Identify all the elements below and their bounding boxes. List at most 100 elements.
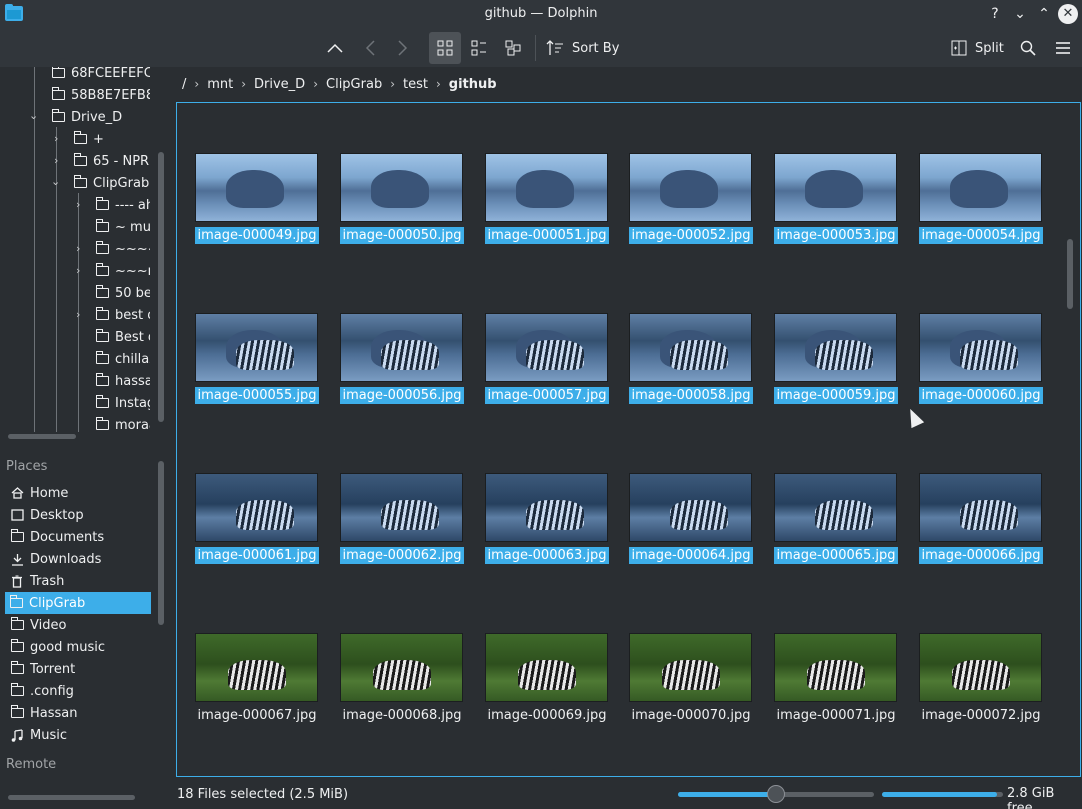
- tree-item[interactable]: 68FCEEFEFCE: [52, 67, 161, 84]
- menu-button[interactable]: [1051, 32, 1075, 64]
- tree-item[interactable]: chillax: [96, 348, 157, 370]
- file-item[interactable]: image-000070.jpg: [611, 633, 756, 743]
- forward-button[interactable]: [392, 32, 414, 64]
- breadcrumb: / › mnt › Drive_D › ClipGrab › test › gi…: [176, 72, 503, 96]
- file-name: image-000071.jpg: [756, 708, 916, 723]
- icons-view-button[interactable]: [429, 32, 461, 64]
- file-item[interactable]: image-000049.jpg: [177, 153, 322, 263]
- place-home[interactable]: Home: [6, 482, 151, 504]
- documents-icon: [10, 529, 24, 544]
- tree-vertical-scrollbar[interactable]: [158, 152, 164, 422]
- tree-item[interactable]: 58B8E7EFB8E: [52, 84, 162, 106]
- file-view[interactable]: image-000049.jpg image-000050.jpg image-00…: [176, 102, 1081, 777]
- chevron-right-icon[interactable]: ›: [76, 308, 80, 321]
- tree-horizontal-scrollbar[interactable]: [8, 434, 76, 439]
- file-item[interactable]: image-000067.jpg: [177, 633, 322, 743]
- file-item[interactable]: image-000064.jpg: [611, 473, 756, 583]
- tree-item[interactable]: Best o: [96, 326, 156, 348]
- chevron-right-icon[interactable]: ›: [54, 132, 58, 145]
- compact-view-button[interactable]: [500, 32, 526, 64]
- breadcrumb-item[interactable]: test: [397, 77, 434, 92]
- file-item[interactable]: image-000053.jpg: [756, 153, 901, 263]
- file-name-label: image-000057.jpg: [485, 387, 609, 404]
- hamburger-menu-icon: [1056, 42, 1070, 54]
- file-item[interactable]: image-000068.jpg: [322, 633, 467, 743]
- minimize-button[interactable]: ⌄: [1010, 4, 1030, 24]
- split-button[interactable]: Split: [951, 32, 1007, 64]
- view-vertical-scrollbar[interactable]: [1067, 239, 1073, 309]
- chevron-down-icon[interactable]: ⌄: [51, 175, 60, 188]
- tree-item[interactable]: 65 - NPR: [74, 150, 149, 172]
- folder-icon: [74, 131, 87, 144]
- tree-item[interactable]: best o: [96, 304, 155, 326]
- file-name-label: image-000065.jpg: [774, 547, 898, 564]
- free-space-label: 2.8 GiB free: [1007, 786, 1055, 809]
- place-config[interactable]: .config: [6, 680, 151, 702]
- maximize-button[interactable]: ⌃: [1034, 4, 1054, 24]
- back-button[interactable]: [359, 32, 381, 64]
- chevron-right-icon: ›: [241, 77, 247, 91]
- folder-icon: [96, 417, 109, 430]
- breadcrumb-item[interactable]: mnt: [201, 77, 239, 92]
- file-item[interactable]: image-000060.jpg: [901, 313, 1046, 423]
- tree-item[interactable]: +: [74, 128, 104, 150]
- file-item[interactable]: image-000065.jpg: [756, 473, 901, 583]
- file-item[interactable]: image-000062.jpg: [322, 473, 467, 583]
- chevron-right-icon[interactable]: ›: [76, 198, 80, 211]
- place-good-music[interactable]: good music: [6, 636, 151, 658]
- file-item[interactable]: image-000056.jpg: [322, 313, 467, 423]
- file-item[interactable]: image-000057.jpg: [467, 313, 612, 423]
- help-button[interactable]: ?: [985, 4, 1005, 24]
- details-view-button[interactable]: [466, 32, 492, 64]
- details-view-icon: [471, 40, 486, 56]
- place-hassan[interactable]: Hassan: [6, 702, 151, 724]
- file-item[interactable]: image-000052.jpg: [611, 153, 756, 263]
- place-documents[interactable]: Documents: [6, 526, 151, 548]
- title-bar: github — Dolphin ? ⌄ ⌃ ✕: [0, 0, 1082, 29]
- file-item[interactable]: image-000051.jpg: [467, 153, 612, 263]
- place-downloads[interactable]: Downloads: [6, 548, 151, 570]
- folder-icon: [10, 617, 24, 632]
- file-item[interactable]: image-000071.jpg: [756, 633, 901, 743]
- place-music[interactable]: Music: [6, 724, 151, 746]
- file-item[interactable]: image-000054.jpg: [901, 153, 1046, 263]
- file-item[interactable]: image-000063.jpg: [467, 473, 612, 583]
- file-item[interactable]: image-000050.jpg: [322, 153, 467, 263]
- chevron-down-icon[interactable]: ⌄: [29, 109, 38, 122]
- chevron-right-icon[interactable]: ›: [76, 264, 80, 277]
- image-thumbnail: [774, 473, 897, 542]
- place-video[interactable]: Video: [6, 614, 151, 636]
- breadcrumb-item[interactable]: ClipGrab: [320, 77, 388, 92]
- file-item[interactable]: image-000061.jpg: [177, 473, 322, 583]
- place-desktop[interactable]: Desktop: [6, 504, 151, 526]
- file-item[interactable]: image-000069.jpg: [467, 633, 612, 743]
- place-clipgrab[interactable]: ClipGrab: [5, 592, 151, 614]
- file-item[interactable]: image-000055.jpg: [177, 313, 322, 423]
- search-button[interactable]: [1016, 32, 1040, 64]
- place-trash[interactable]: Trash: [6, 570, 151, 592]
- close-button[interactable]: ✕: [1058, 4, 1078, 24]
- image-thumbnail: [485, 473, 608, 542]
- file-item[interactable]: image-000059.jpg: [756, 313, 901, 423]
- chevron-right-icon[interactable]: ›: [76, 242, 80, 255]
- tree-item[interactable]: moraa: [96, 414, 157, 432]
- image-thumbnail: [629, 633, 752, 702]
- tree-item-clipgrab[interactable]: ClipGrab: [74, 172, 149, 194]
- places-panel: Places Home Desktop Documents Downloads …: [0, 455, 168, 785]
- go-up-icon: [327, 43, 343, 53]
- places-vertical-scrollbar[interactable]: [158, 461, 164, 625]
- file-item[interactable]: image-000058.jpg: [611, 313, 756, 423]
- breadcrumb-item[interactable]: Drive_D: [248, 77, 311, 92]
- breadcrumb-current[interactable]: github: [443, 77, 503, 92]
- sort-by-button[interactable]: Sort By: [546, 32, 624, 64]
- chevron-right-icon[interactable]: ›: [54, 154, 58, 167]
- breadcrumb-root[interactable]: /: [176, 77, 192, 92]
- tree-item-drive-d[interactable]: Drive_D: [52, 106, 122, 128]
- selection-status: 18 Files selected (2.5 MiB): [177, 787, 349, 802]
- file-item[interactable]: image-000072.jpg: [901, 633, 1046, 743]
- zoom-slider-handle[interactable]: [767, 785, 785, 803]
- place-torrent[interactable]: Torrent: [6, 658, 151, 680]
- go-up-button[interactable]: [323, 32, 347, 64]
- file-item[interactable]: image-000066.jpg: [901, 473, 1046, 583]
- tree-item[interactable]: Instag: [96, 392, 155, 414]
